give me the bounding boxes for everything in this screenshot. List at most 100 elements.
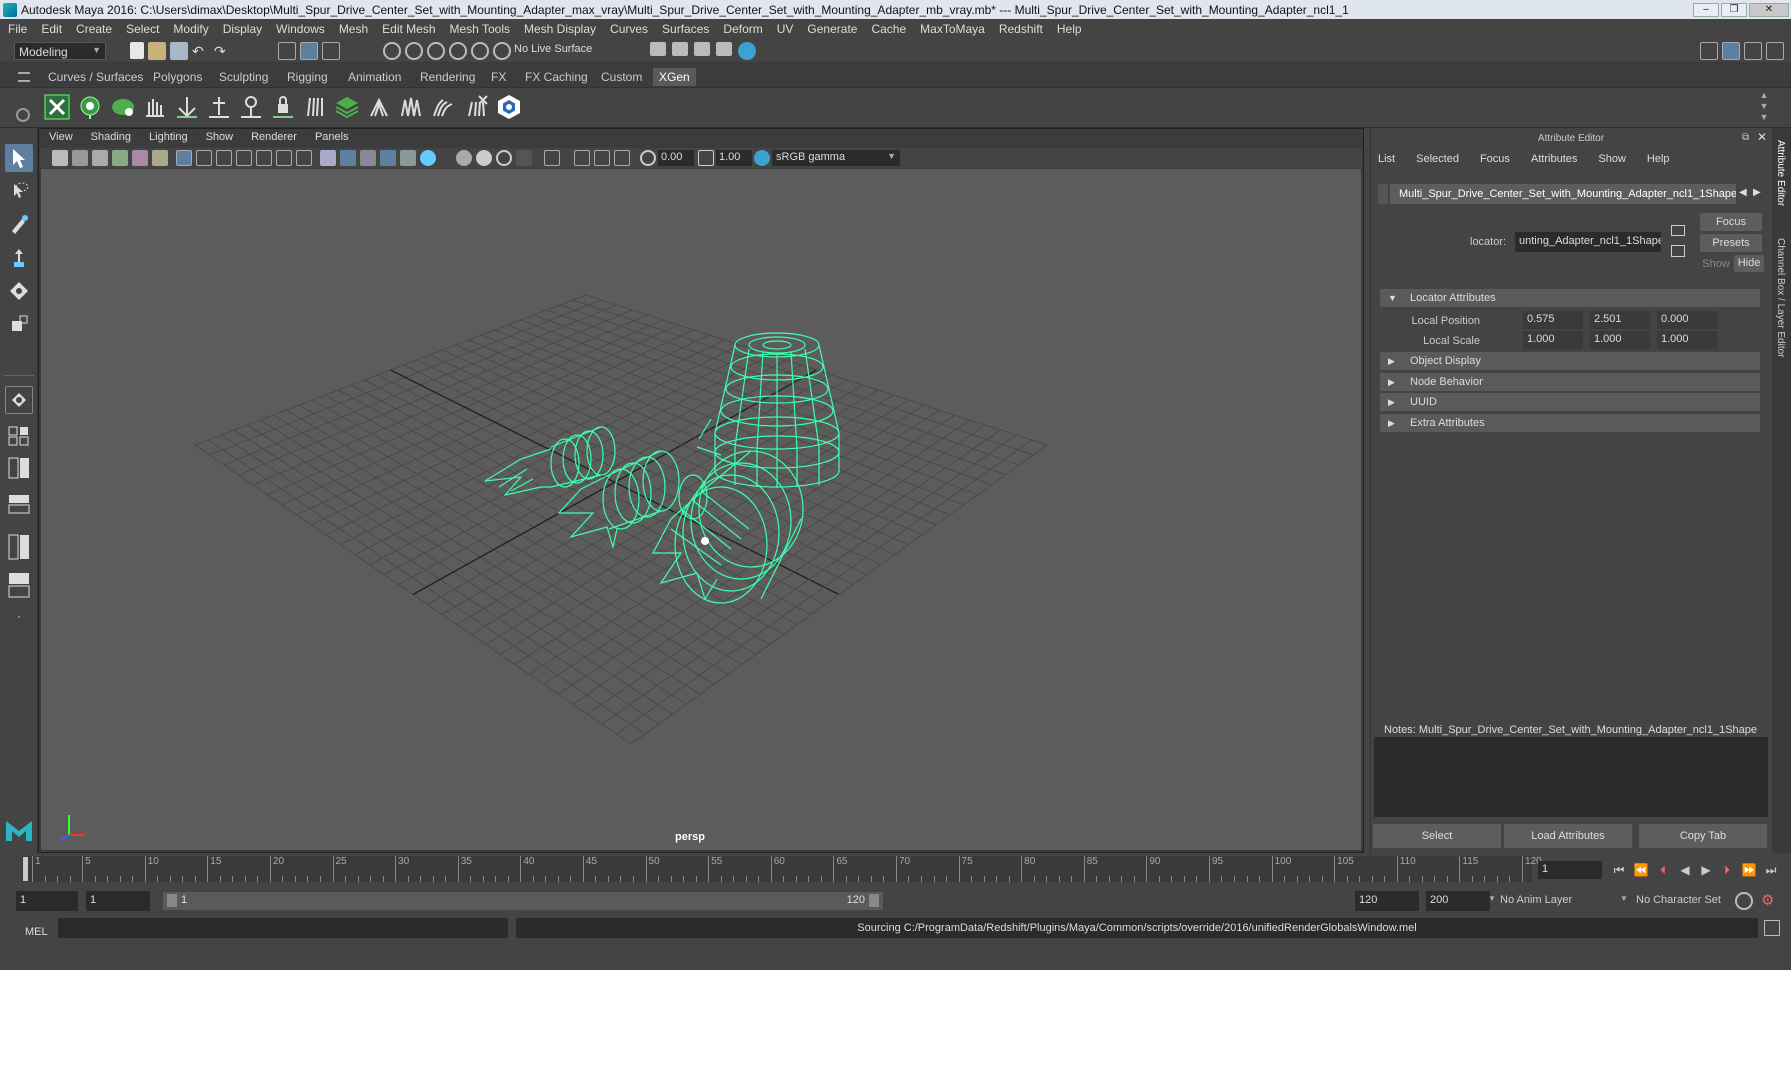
menu-mesh-display[interactable]: Mesh Display [524, 22, 596, 36]
xgen-groom-comb-icon[interactable] [300, 92, 330, 122]
scale-tool-icon[interactable] [5, 310, 33, 338]
menu-create[interactable]: Create [76, 22, 112, 36]
select-button[interactable]: Select [1373, 824, 1501, 848]
large-spur-drive[interactable] [652, 418, 804, 604]
current-time-marker[interactable] [23, 857, 28, 881]
attribute-editor-toggle-icon[interactable] [1722, 42, 1740, 60]
open-scene-icon[interactable] [148, 42, 166, 60]
snap-surface-icon[interactable] [471, 42, 489, 60]
last-tool-used-icon[interactable] [5, 386, 33, 414]
load-attributes-button[interactable]: Load Attributes [1504, 824, 1632, 848]
time-slider-track[interactable]: 1 5 10 15 20 25 30 35 40 45 50 55 60 65 70 75 80 85 90 95 10… [22, 856, 1542, 882]
section-locator-attributes[interactable]: ▼ Locator Attributes [1380, 289, 1760, 307]
xray-joints-icon[interactable] [574, 150, 590, 166]
locator-name-field[interactable]: unting_Adapter_ncl1_1Shape [1515, 232, 1661, 252]
playback-start-field[interactable]: 1 [86, 891, 150, 911]
snap-vertex-icon[interactable] [493, 42, 511, 60]
render-globals-icon[interactable] [716, 42, 732, 56]
select-hierarchy-icon[interactable] [278, 42, 296, 60]
shelf-tab-rendering[interactable]: Rendering [414, 68, 481, 86]
channel-box-side-tab[interactable]: Channel Box / Layer Editor [1775, 238, 1786, 358]
play-forward-icon[interactable]: ▶ [1697, 862, 1715, 878]
focus-button[interactable]: Focus [1700, 213, 1762, 231]
shelf-settings-icon[interactable] [16, 108, 30, 122]
channel-box-toggle-icon[interactable] [1766, 42, 1784, 60]
script-editor-icon[interactable] [1764, 920, 1780, 936]
ae-menu-selected[interactable]: Selected [1416, 153, 1459, 165]
menu-curves[interactable]: Curves [610, 22, 648, 36]
playback-end-field[interactable]: 120 [1355, 891, 1419, 911]
play-backward-icon[interactable]: ◀ [1676, 862, 1694, 878]
select-node-icon[interactable] [1671, 245, 1685, 257]
ae-menu-attributes[interactable]: Attributes [1531, 153, 1577, 165]
shelf-tab-fx[interactable]: FX [485, 68, 512, 86]
local-scale-z[interactable]: 1.000 [1657, 331, 1717, 349]
toolbox-more-icon[interactable]: · [5, 606, 33, 626]
menu-surfaces[interactable]: Surfaces [662, 22, 709, 36]
menu-windows[interactable]: Windows [276, 22, 325, 36]
medium-spur-drive[interactable] [557, 450, 708, 550]
menu-deform[interactable]: Deform [723, 22, 762, 36]
gate-mask-icon[interactable] [236, 150, 252, 166]
menu-select[interactable]: Select [126, 22, 159, 36]
shelf-menu-icon[interactable] [18, 72, 30, 82]
xgen-groom-freeze-icon[interactable] [268, 92, 298, 122]
menu-modify[interactable]: Modify [173, 22, 208, 36]
viewport-menu-lighting[interactable]: Lighting [149, 131, 188, 147]
step-back-key-icon[interactable]: ⏪ [1632, 862, 1650, 878]
xgen-groom-place-icon[interactable] [140, 92, 170, 122]
safe-title-icon[interactable] [296, 150, 312, 166]
show-button[interactable]: Show [1700, 256, 1732, 272]
menu-generate[interactable]: Generate [807, 22, 857, 36]
shelf-tab-rigging[interactable]: Rigging [281, 68, 334, 86]
color-management-icon[interactable] [754, 150, 770, 166]
camera-attributes-icon[interactable] [72, 150, 88, 166]
local-position-x[interactable]: 0.575 [1523, 311, 1583, 329]
ae-menu-focus[interactable]: Focus [1480, 153, 1510, 165]
resolution-gate-icon[interactable] [216, 150, 232, 166]
local-scale-x[interactable]: 1.000 [1523, 331, 1583, 349]
animation-end-field[interactable]: 200 [1426, 891, 1490, 911]
xgen-groom-move-icon[interactable] [172, 92, 202, 122]
tab-left-arrow-icon[interactable]: ◀ [1739, 187, 1747, 198]
animation-preferences-icon[interactable]: ⚙ [1761, 891, 1781, 911]
move-tool-icon[interactable] [5, 244, 33, 272]
step-forward-frame-icon[interactable]: ⏵ [1718, 862, 1736, 878]
shelf-tab-animation[interactable]: Animation [342, 68, 407, 86]
shelf-scroll-arrows[interactable]: ▲ ▼ ▼ [1758, 90, 1770, 124]
wireframe-model[interactable] [41, 169, 1361, 850]
shelf-tab-fx-caching[interactable]: FX Caching [519, 68, 594, 86]
ae-menu-list[interactable]: List [1378, 153, 1395, 165]
menu-edit[interactable]: Edit [41, 22, 62, 36]
section-extra-attributes[interactable]: ▶ Extra Attributes [1380, 414, 1760, 432]
node-tab-scroll-left[interactable] [1378, 184, 1388, 204]
undo-icon[interactable]: ↶ [192, 42, 210, 60]
backface-culling-icon[interactable] [614, 150, 630, 166]
menu-help[interactable]: Help [1057, 22, 1082, 36]
minimize-button[interactable]: – [1693, 2, 1719, 17]
current-frame-field[interactable]: 1 [1538, 861, 1602, 879]
wireframe-icon[interactable] [320, 150, 336, 166]
render-view-icon[interactable] [672, 42, 688, 56]
go-to-start-icon[interactable]: ⏮ [1610, 862, 1628, 878]
persp-viewport[interactable] [41, 169, 1361, 850]
viewport-menu-renderer[interactable]: Renderer [251, 131, 297, 147]
live-surface-label[interactable]: No Live Surface [514, 43, 610, 59]
view-transform-dropdown[interactable]: sRGB gamma ▼ [772, 150, 900, 166]
xgen-groom-layers-icon[interactable] [332, 92, 362, 122]
xgen-hex-icon[interactable] [494, 92, 524, 122]
script-language-toggle[interactable]: MEL [25, 926, 48, 938]
node-tab[interactable]: Multi_Spur_Drive_Center_Set_with_Mountin… [1390, 184, 1736, 204]
presets-button[interactable]: Presets [1700, 234, 1762, 252]
xray-active-components-icon[interactable] [594, 150, 610, 166]
xgen-groom-cut-icon[interactable] [236, 92, 266, 122]
attribute-editor-side-tab[interactable]: Attribute Editor [1775, 140, 1786, 206]
copy-tab-button[interactable]: Copy Tab [1639, 824, 1767, 848]
snap-view-plane-icon[interactable] [449, 42, 467, 60]
layout-outliner-icon[interactable] [5, 532, 33, 562]
shelf-tab-curves-surfaces[interactable]: Curves / Surfaces [42, 68, 149, 86]
use-lights-icon[interactable] [420, 150, 436, 166]
xgen-groom-noise-icon[interactable] [396, 92, 426, 122]
viewport-menu-shading[interactable]: Shading [91, 131, 131, 147]
default-material-icon[interactable] [360, 150, 376, 166]
